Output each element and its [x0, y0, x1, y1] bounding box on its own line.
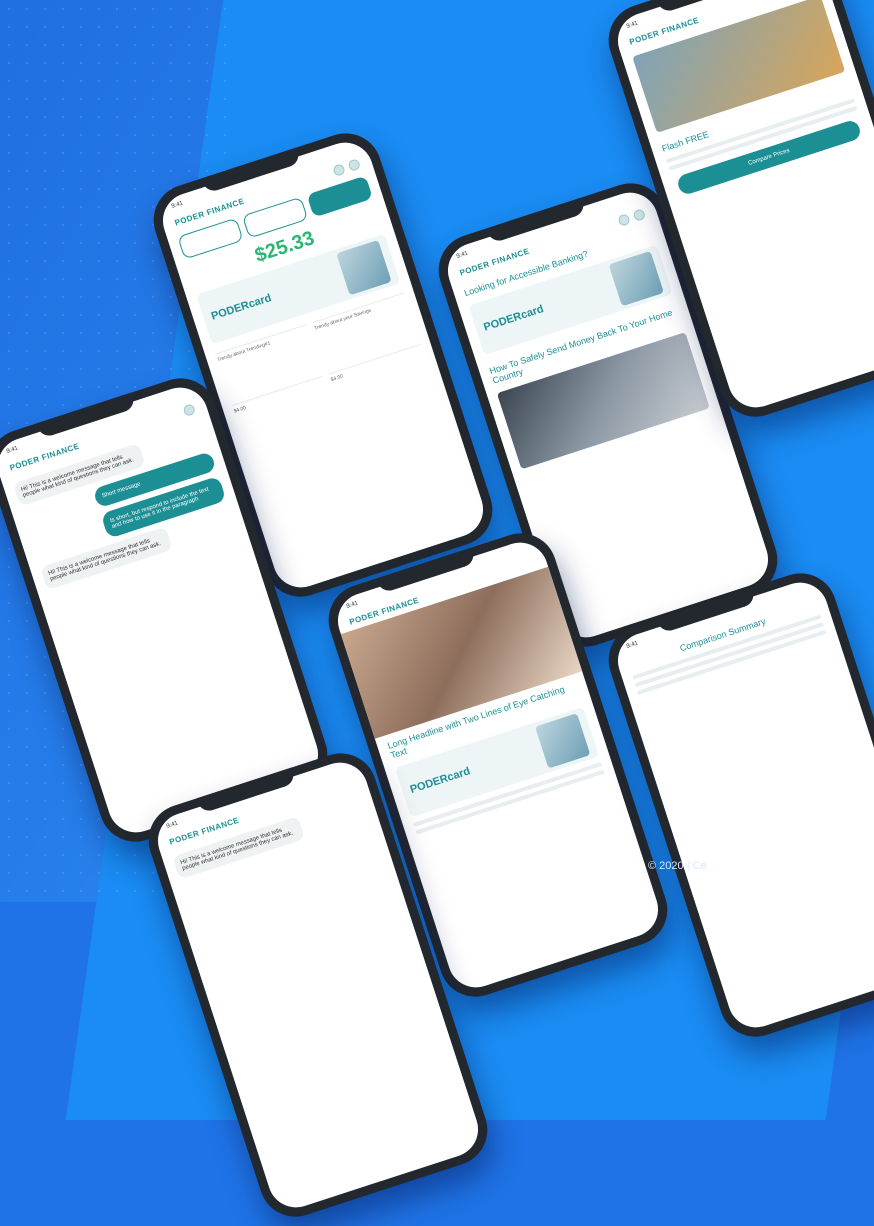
card-brand: PODERcard [482, 303, 546, 334]
profile-icon[interactable] [632, 208, 647, 222]
person-photo [608, 250, 664, 307]
chat-bubble-incoming: Hi! This is a welcome message that tells… [40, 526, 174, 591]
card-brand: PODERcard [209, 292, 273, 323]
person-photo [534, 713, 591, 769]
person-photo [336, 239, 392, 296]
settings-icon[interactable] [332, 163, 346, 177]
settings-icon[interactable] [617, 213, 631, 227]
settings-icon[interactable] [182, 403, 197, 417]
card-brand: PODERcard [408, 765, 472, 796]
copyright-text: © 2020 | Ce [648, 860, 707, 872]
profile-icon[interactable] [347, 158, 362, 172]
